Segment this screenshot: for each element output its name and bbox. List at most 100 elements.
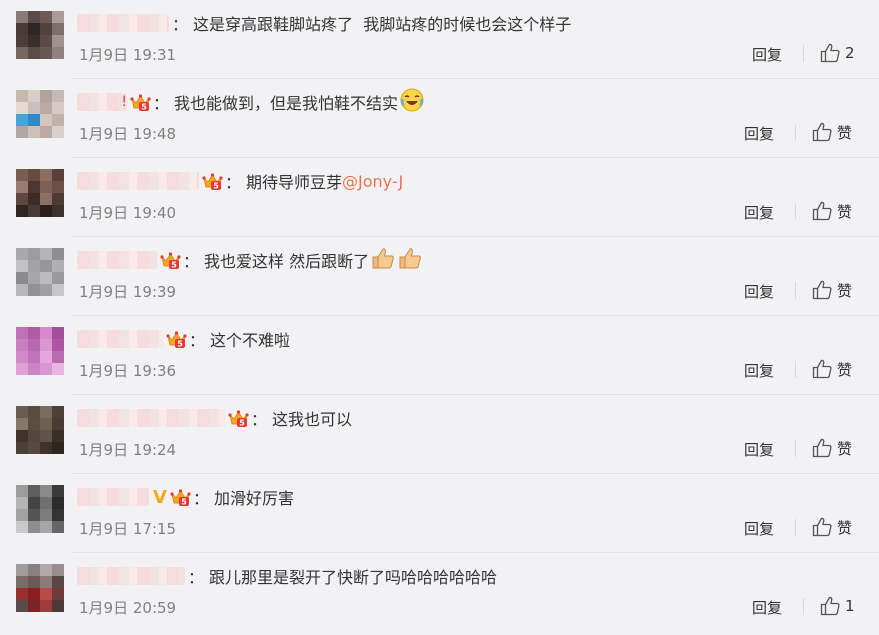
comment-line: V 5 ：加滑好厉害	[77, 482, 294, 512]
svg-text:5: 5	[141, 102, 147, 111]
comment-line: 5 ：这个不难啦	[77, 324, 290, 354]
thumbs-up-icon	[819, 595, 845, 617]
laugh-cry-emoji-icon	[399, 87, 425, 117]
like-button[interactable]: 1	[819, 595, 855, 617]
avatar[interactable]	[16, 11, 64, 59]
comment-item: ! 5 ：我也能做到，但是我怕鞋不结实 1月9日 19:48 回复 赞	[0, 79, 879, 158]
comment-item: 5 ：期待导师豆芽 @Jony-J 1月9日 19:40 回复 赞	[0, 158, 879, 237]
svg-text:5: 5	[171, 260, 177, 269]
like-button[interactable]: 赞	[811, 437, 852, 459]
comment-list: ：这是穿高跟鞋脚站疼了 我脚站疼的时候也会这个样子 1月9日 19:31 回复 2! 5…	[0, 0, 879, 632]
comment-text: 这是穿高跟鞋脚站疼了 我脚站疼的时候也会这个样子	[193, 15, 572, 34]
avatar[interactable]	[16, 169, 64, 217]
username-link[interactable]	[77, 251, 157, 269]
colon-separator: ：	[153, 94, 170, 113]
vip-crown-icon[interactable]: 5	[228, 409, 249, 428]
like-button[interactable]: 赞	[811, 516, 852, 538]
verified-v-icon[interactable]: V	[153, 487, 167, 508]
avatar[interactable]	[16, 406, 64, 454]
comment-line: 5 ：我也爱这样 然后跟断了	[77, 245, 423, 275]
reply-button[interactable]: 回复	[744, 202, 774, 223]
colon-separator: ：	[192, 489, 209, 508]
reply-button[interactable]: 回复	[744, 123, 774, 144]
colon-separator: ：	[183, 252, 200, 271]
reply-button[interactable]: 回复	[744, 518, 774, 539]
avatar[interactable]	[16, 327, 64, 375]
reply-button[interactable]: 回复	[752, 597, 782, 618]
username-link[interactable]	[77, 409, 225, 427]
comment-timestamp: 1月9日 19:48	[79, 125, 177, 143]
comment-text: 这我也可以	[272, 410, 353, 429]
like-count: 1	[845, 597, 855, 615]
avatar[interactable]	[16, 248, 64, 296]
like-count: 赞	[837, 281, 853, 300]
svg-text:5: 5	[177, 339, 183, 348]
thumbs-up-icon	[811, 279, 837, 301]
reply-button[interactable]: 回复	[752, 44, 782, 65]
avatar[interactable]	[16, 485, 64, 533]
action-divider	[795, 203, 796, 220]
comment-item: ：跟儿那里是裂开了快断了吗哈哈哈哈哈哈 1月9日 20:59 回复 1	[0, 553, 879, 632]
like-button[interactable]: 赞	[811, 279, 852, 301]
username-link[interactable]	[77, 172, 199, 190]
like-count: 赞	[837, 439, 853, 458]
like-count: 赞	[837, 202, 853, 221]
comment-item: ：这是穿高跟鞋脚站疼了 我脚站疼的时候也会这个样子 1月9日 19:31 回复 2	[0, 0, 879, 79]
comment-text: 跟儿那里是裂开了快断了吗哈哈哈哈哈哈	[209, 568, 498, 587]
vip-crown-icon[interactable]: 5	[202, 172, 223, 191]
thumbs-up-emoji-icon	[370, 245, 396, 275]
like-count: 2	[845, 44, 855, 62]
comment-line: ! 5 ：我也能做到，但是我怕鞋不结实	[77, 87, 425, 117]
comment-text: 期待导师豆芽	[246, 173, 343, 192]
action-divider	[795, 519, 796, 536]
colon-separator: ：	[251, 410, 268, 429]
colon-separator: ：	[188, 568, 205, 587]
username-link[interactable]	[77, 330, 163, 348]
like-button[interactable]: 赞	[811, 121, 852, 143]
like-count: 赞	[837, 360, 853, 379]
username-link[interactable]	[77, 488, 149, 506]
username-link[interactable]: !	[77, 93, 127, 111]
username-link[interactable]	[77, 14, 169, 32]
reply-button[interactable]: 回复	[744, 281, 774, 302]
comment-line: ：这是穿高跟鞋脚站疼了 我脚站疼的时候也会这个样子	[77, 8, 571, 38]
action-divider	[795, 124, 796, 141]
avatar[interactable]	[16, 90, 64, 138]
comment-timestamp: 1月9日 19:24	[79, 441, 177, 459]
vip-crown-icon[interactable]: 5	[130, 93, 151, 112]
comment-item: 5 ：这个不难啦 1月9日 19:36 回复 赞	[0, 316, 879, 395]
action-divider	[803, 598, 804, 615]
vip-crown-icon[interactable]: 5	[160, 251, 181, 270]
thumbs-up-icon	[819, 42, 845, 64]
comment-item: V 5 ：加滑好厉害 1月9日 17:15 回复 赞	[0, 474, 879, 553]
svg-text:5: 5	[213, 181, 219, 190]
vip-crown-icon[interactable]: 5	[166, 330, 187, 349]
vip-crown-icon[interactable]: 5	[170, 488, 191, 507]
username-link[interactable]	[77, 567, 185, 585]
thumbs-up-icon	[811, 358, 837, 380]
action-divider	[795, 440, 796, 457]
reply-button[interactable]: 回复	[744, 439, 774, 460]
like-button[interactable]: 2	[819, 42, 855, 64]
like-count: 赞	[837, 518, 853, 537]
action-divider	[795, 361, 796, 378]
comment-item: 5 ：这我也可以 1月9日 19:24 回复 赞	[0, 395, 879, 474]
comment-timestamp: 1月9日 20:59	[79, 599, 177, 617]
mention-link[interactable]: @Jony-J	[342, 172, 403, 191]
thumbs-up-icon	[811, 516, 837, 538]
comment-line: 5 ：期待导师豆芽 @Jony-J	[77, 166, 403, 196]
comment-line: ：跟儿那里是裂开了快断了吗哈哈哈哈哈哈	[77, 561, 497, 591]
svg-text:5: 5	[239, 418, 245, 427]
comment-timestamp: 1月9日 19:36	[79, 362, 177, 380]
avatar[interactable]	[16, 564, 64, 612]
svg-text:5: 5	[181, 497, 187, 506]
comment-text: 加滑好厉害	[213, 489, 294, 508]
reply-button[interactable]: 回复	[744, 360, 774, 381]
comment-text: 我也能做到，但是我怕鞋不结实	[174, 94, 399, 113]
comment-line: 5 ：这我也可以	[77, 403, 352, 433]
thumbs-up-icon	[811, 437, 837, 459]
action-divider	[795, 282, 796, 299]
like-button[interactable]: 赞	[811, 200, 852, 222]
comment-timestamp: 1月9日 19:31	[79, 46, 177, 64]
like-button[interactable]: 赞	[811, 358, 852, 380]
